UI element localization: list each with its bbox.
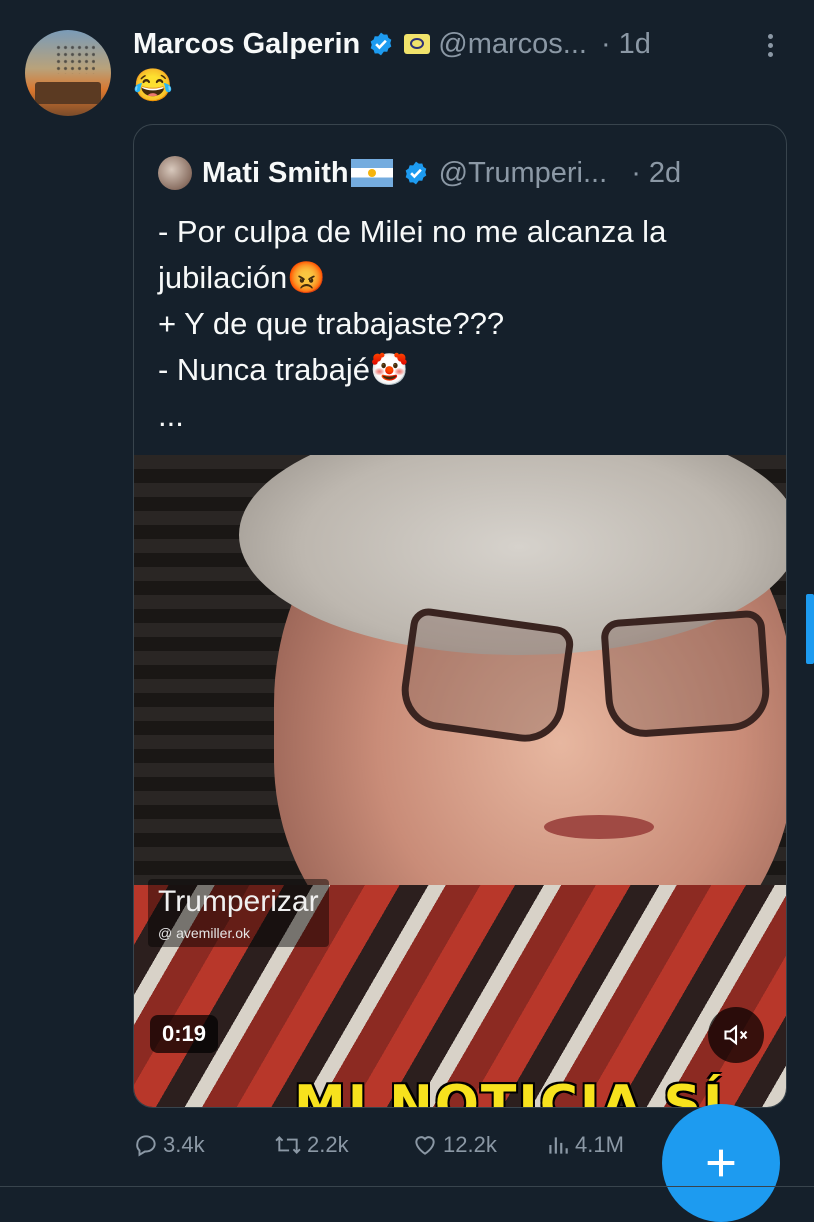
author-handle[interactable]: @marcos... <box>438 28 587 61</box>
views-chart-icon <box>549 1137 568 1154</box>
quote-timestamp[interactable]: · 2d <box>631 157 681 190</box>
watermark-handle: @ avemiller.ok <box>158 925 251 941</box>
more-options-icon[interactable] <box>760 30 780 60</box>
watermark-name: Trumperizar <box>158 885 319 918</box>
argentina-flag-icon <box>350 159 393 187</box>
tweet-timestamp[interactable]: · 1d <box>601 28 651 61</box>
author-avatar[interactable] <box>25 30 111 116</box>
quote-author-name[interactable]: Mati Smith <box>202 157 349 190</box>
muted-speaker-icon[interactable] <box>708 1007 764 1063</box>
video-frame-glasses <box>396 606 784 747</box>
reply-icon <box>136 1135 156 1157</box>
quote-header: Mati Smith @Trumperi... · 2d <box>158 153 681 193</box>
reply-button[interactable]: 3.4k <box>133 1132 205 1158</box>
quote-text: - Por culpa de Milei no me alcanza la ju… <box>158 214 667 433</box>
tweet-text: 😂 <box>133 67 173 103</box>
avatar-birds <box>55 44 95 74</box>
quote-author-handle[interactable]: @Trumperi... <box>439 157 608 190</box>
reply-count: 3.4k <box>163 1132 205 1157</box>
like-button[interactable]: 12.2k <box>411 1132 497 1158</box>
video-player[interactable]: Trumperizar @ avemiller.ok MI NOTICIA SÍ… <box>134 455 786 1108</box>
quoted-tweet[interactable]: Mati Smith @Trumperi... · 2d - Por culpa… <box>133 124 787 1108</box>
repost-count: 2.2k <box>307 1132 349 1157</box>
like-count: 12.2k <box>443 1132 497 1157</box>
compose-button[interactable] <box>662 1104 780 1222</box>
mercadolibre-badge-icon[interactable] <box>404 34 431 54</box>
avatar-building <box>35 82 101 104</box>
repost-button[interactable]: 2.2k <box>273 1132 349 1158</box>
video-caption: MI NOTICIA SÍ <box>294 1075 725 1108</box>
views-count: 4.1M <box>575 1132 624 1157</box>
heart-icon <box>415 1136 435 1155</box>
video-frame-mouth <box>544 815 654 839</box>
quote-author-avatar[interactable] <box>158 156 192 190</box>
video-watermark: Trumperizar @ avemiller.ok <box>148 879 329 947</box>
plus-icon <box>707 1149 735 1177</box>
scrollbar-thumb[interactable] <box>806 594 814 664</box>
verified-badge-icon <box>405 161 426 185</box>
tweet-actions: 3.4k 2.2k 12.2k 4.1M <box>133 1132 653 1166</box>
video-duration: 0:19 <box>150 1015 219 1053</box>
author-name[interactable]: Marcos Galperin <box>133 28 360 61</box>
divider <box>0 1186 814 1187</box>
repost-icon <box>275 1136 301 1154</box>
views-button[interactable]: 4.1M <box>545 1132 624 1158</box>
verified-badge-icon <box>370 32 392 56</box>
tweet-header: Marcos Galperin @marcos... · 1d <box>133 24 793 64</box>
